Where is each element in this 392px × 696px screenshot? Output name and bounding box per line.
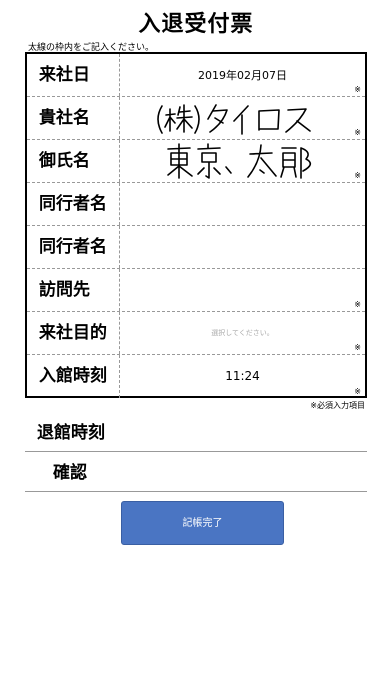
confirm-field[interactable]: 確認 — [25, 454, 367, 492]
required-mark: ※ — [354, 128, 361, 137]
visit-date-field[interactable]: 2019年02月07日 — [120, 54, 365, 96]
destination-label: 訪問先 — [27, 269, 120, 311]
entry-time-field[interactable]: 11:24 — [120, 355, 365, 398]
entry-time-label: 入館時刻 — [27, 355, 120, 398]
required-note: ※必須入力項目 — [310, 401, 365, 410]
submit-button[interactable]: 記帳完了 — [121, 501, 284, 545]
required-mark: ※ — [354, 343, 361, 352]
visitor-name-label: 御氏名 — [27, 140, 120, 182]
company-name-label: 貴社名 — [27, 97, 120, 139]
visitor-form-table: 来社日 2019年02月07日 ※ 貴社名 ※ 御氏名 ※ 同行者名 同行者名 … — [25, 52, 367, 398]
companion-name-label-1: 同行者名 — [27, 183, 120, 225]
companion-name-field-2[interactable] — [120, 226, 365, 268]
companion-name-label-2: 同行者名 — [27, 226, 120, 268]
company-name-handwriting — [157, 104, 311, 135]
required-mark: ※ — [354, 171, 361, 180]
required-mark: ※ — [354, 300, 361, 309]
purpose-row: 来社目的 選択してください。 ※ — [27, 312, 365, 355]
exit-time-field[interactable]: 退館時刻 — [25, 414, 367, 452]
purpose-select[interactable]: 選択してください。 — [120, 312, 365, 354]
required-mark: ※ — [354, 85, 361, 94]
required-mark: ※ — [354, 387, 361, 396]
entry-time-row: 入館時刻 11:24 ※ — [27, 355, 365, 398]
visit-date-row: 来社日 2019年02月07日 ※ — [27, 54, 365, 97]
companion-name-row-2: 同行者名 — [27, 226, 365, 269]
confirm-label: 確認 — [53, 463, 87, 483]
destination-row: 訪問先 ※ — [27, 269, 365, 312]
visitor-name-row: 御氏名 ※ — [27, 140, 365, 183]
exit-time-label: 退館時刻 — [37, 423, 105, 443]
purpose-label: 来社目的 — [27, 312, 120, 354]
visit-date-label: 来社日 — [27, 54, 120, 96]
destination-field[interactable] — [120, 269, 365, 311]
companion-name-field-1[interactable] — [120, 183, 365, 225]
page-title: 入退受付票 — [138, 12, 254, 37]
company-name-row: 貴社名 ※ — [27, 97, 365, 140]
companion-name-row-1: 同行者名 — [27, 183, 365, 226]
visitor-name-field[interactable] — [120, 140, 365, 182]
visitor-name-handwriting — [167, 143, 312, 179]
company-name-field[interactable] — [120, 97, 365, 139]
